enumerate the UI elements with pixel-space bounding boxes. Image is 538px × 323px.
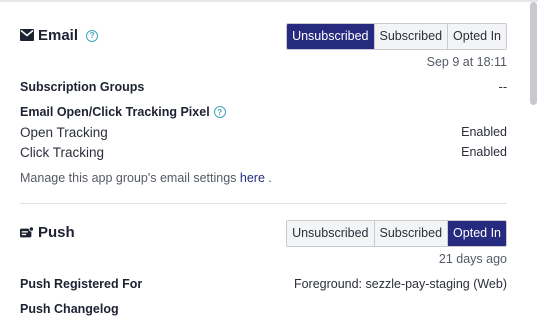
envelope-icon xyxy=(20,28,34,43)
email-title-group: Email ? xyxy=(20,27,99,44)
help-icon[interactable]: ? xyxy=(213,106,226,118)
manage-settings-row: Manage this app group's email settings h… xyxy=(20,171,507,187)
email-timestamp-row: Sep 9 at 18:11 xyxy=(20,55,507,71)
click-tracking-label: Click Tracking xyxy=(20,145,105,160)
push-timestamp: 21 days ago xyxy=(438,252,507,266)
subscription-groups-row: Subscription Groups -- xyxy=(20,80,507,96)
push-section: Push Unsubscribed Subscribed Opted In 21… xyxy=(20,220,507,316)
subscription-groups-value: -- xyxy=(498,80,507,94)
push-registered-value: Foreground: sezzle-pay-staging (Web) xyxy=(293,277,507,291)
push-option-opted-in[interactable]: Opted In xyxy=(447,221,506,246)
open-tracking-row: Open Tracking Enabled xyxy=(20,125,507,143)
push-registered-row: Push Registered For Foreground: sezzle-p… xyxy=(20,277,507,293)
click-tracking-row: Click Tracking Enabled xyxy=(20,145,507,163)
push-changelog-row: Push Changelog xyxy=(20,302,507,318)
email-timestamp: Sep 9 at 18:11 xyxy=(426,55,507,69)
push-option-unsubscribed[interactable]: Unsubscribed xyxy=(287,221,374,246)
email-title: Email xyxy=(38,27,79,44)
email-subscription-toggle: Unsubscribed Subscribed Opted In xyxy=(286,23,507,50)
tracking-pixel-label-group: Email Open/Click Tracking Pixel ? xyxy=(20,105,226,119)
manage-settings-text: Manage this app group's email settings xyxy=(20,171,237,185)
push-option-subscribed[interactable]: Subscribed xyxy=(373,221,448,246)
open-tracking-value: Enabled xyxy=(461,125,507,139)
help-icon[interactable]: ? xyxy=(86,29,99,42)
push-title-group: Push xyxy=(20,224,75,241)
push-timestamp-row: 21 days ago xyxy=(20,252,507,268)
push-header: Push Unsubscribed Subscribed Opted In xyxy=(20,220,507,250)
top-border xyxy=(0,0,538,2)
scrollbar-thumb[interactable] xyxy=(530,2,537,105)
section-divider xyxy=(20,203,507,204)
email-option-subscribed[interactable]: Subscribed xyxy=(373,24,448,49)
subscription-groups-label: Subscription Groups xyxy=(20,80,145,94)
manage-settings-end: . xyxy=(268,171,272,185)
open-tracking-label: Open Tracking xyxy=(20,125,108,140)
manage-settings-link[interactable]: here xyxy=(240,171,265,185)
push-notification-icon xyxy=(20,225,34,240)
click-tracking-value: Enabled xyxy=(461,145,507,159)
email-option-unsubscribed[interactable]: Unsubscribed xyxy=(287,24,374,49)
email-header: Email ? Unsubscribed Subscribed Opted In xyxy=(20,23,507,53)
email-section: Email ? Unsubscribed Subscribed Opted In… xyxy=(20,23,507,185)
tracking-pixel-label: Email Open/Click Tracking Pixel xyxy=(20,105,210,119)
tracking-pixel-row: Email Open/Click Tracking Pixel ? xyxy=(20,105,507,121)
push-subscription-toggle: Unsubscribed Subscribed Opted In xyxy=(286,220,507,247)
push-changelog-label: Push Changelog xyxy=(20,302,119,316)
email-option-opted-in[interactable]: Opted In xyxy=(447,24,506,49)
push-title: Push xyxy=(38,224,75,241)
manage-settings-text-group: Manage this app group's email settings h… xyxy=(20,171,272,185)
push-registered-label: Push Registered For xyxy=(20,277,143,291)
